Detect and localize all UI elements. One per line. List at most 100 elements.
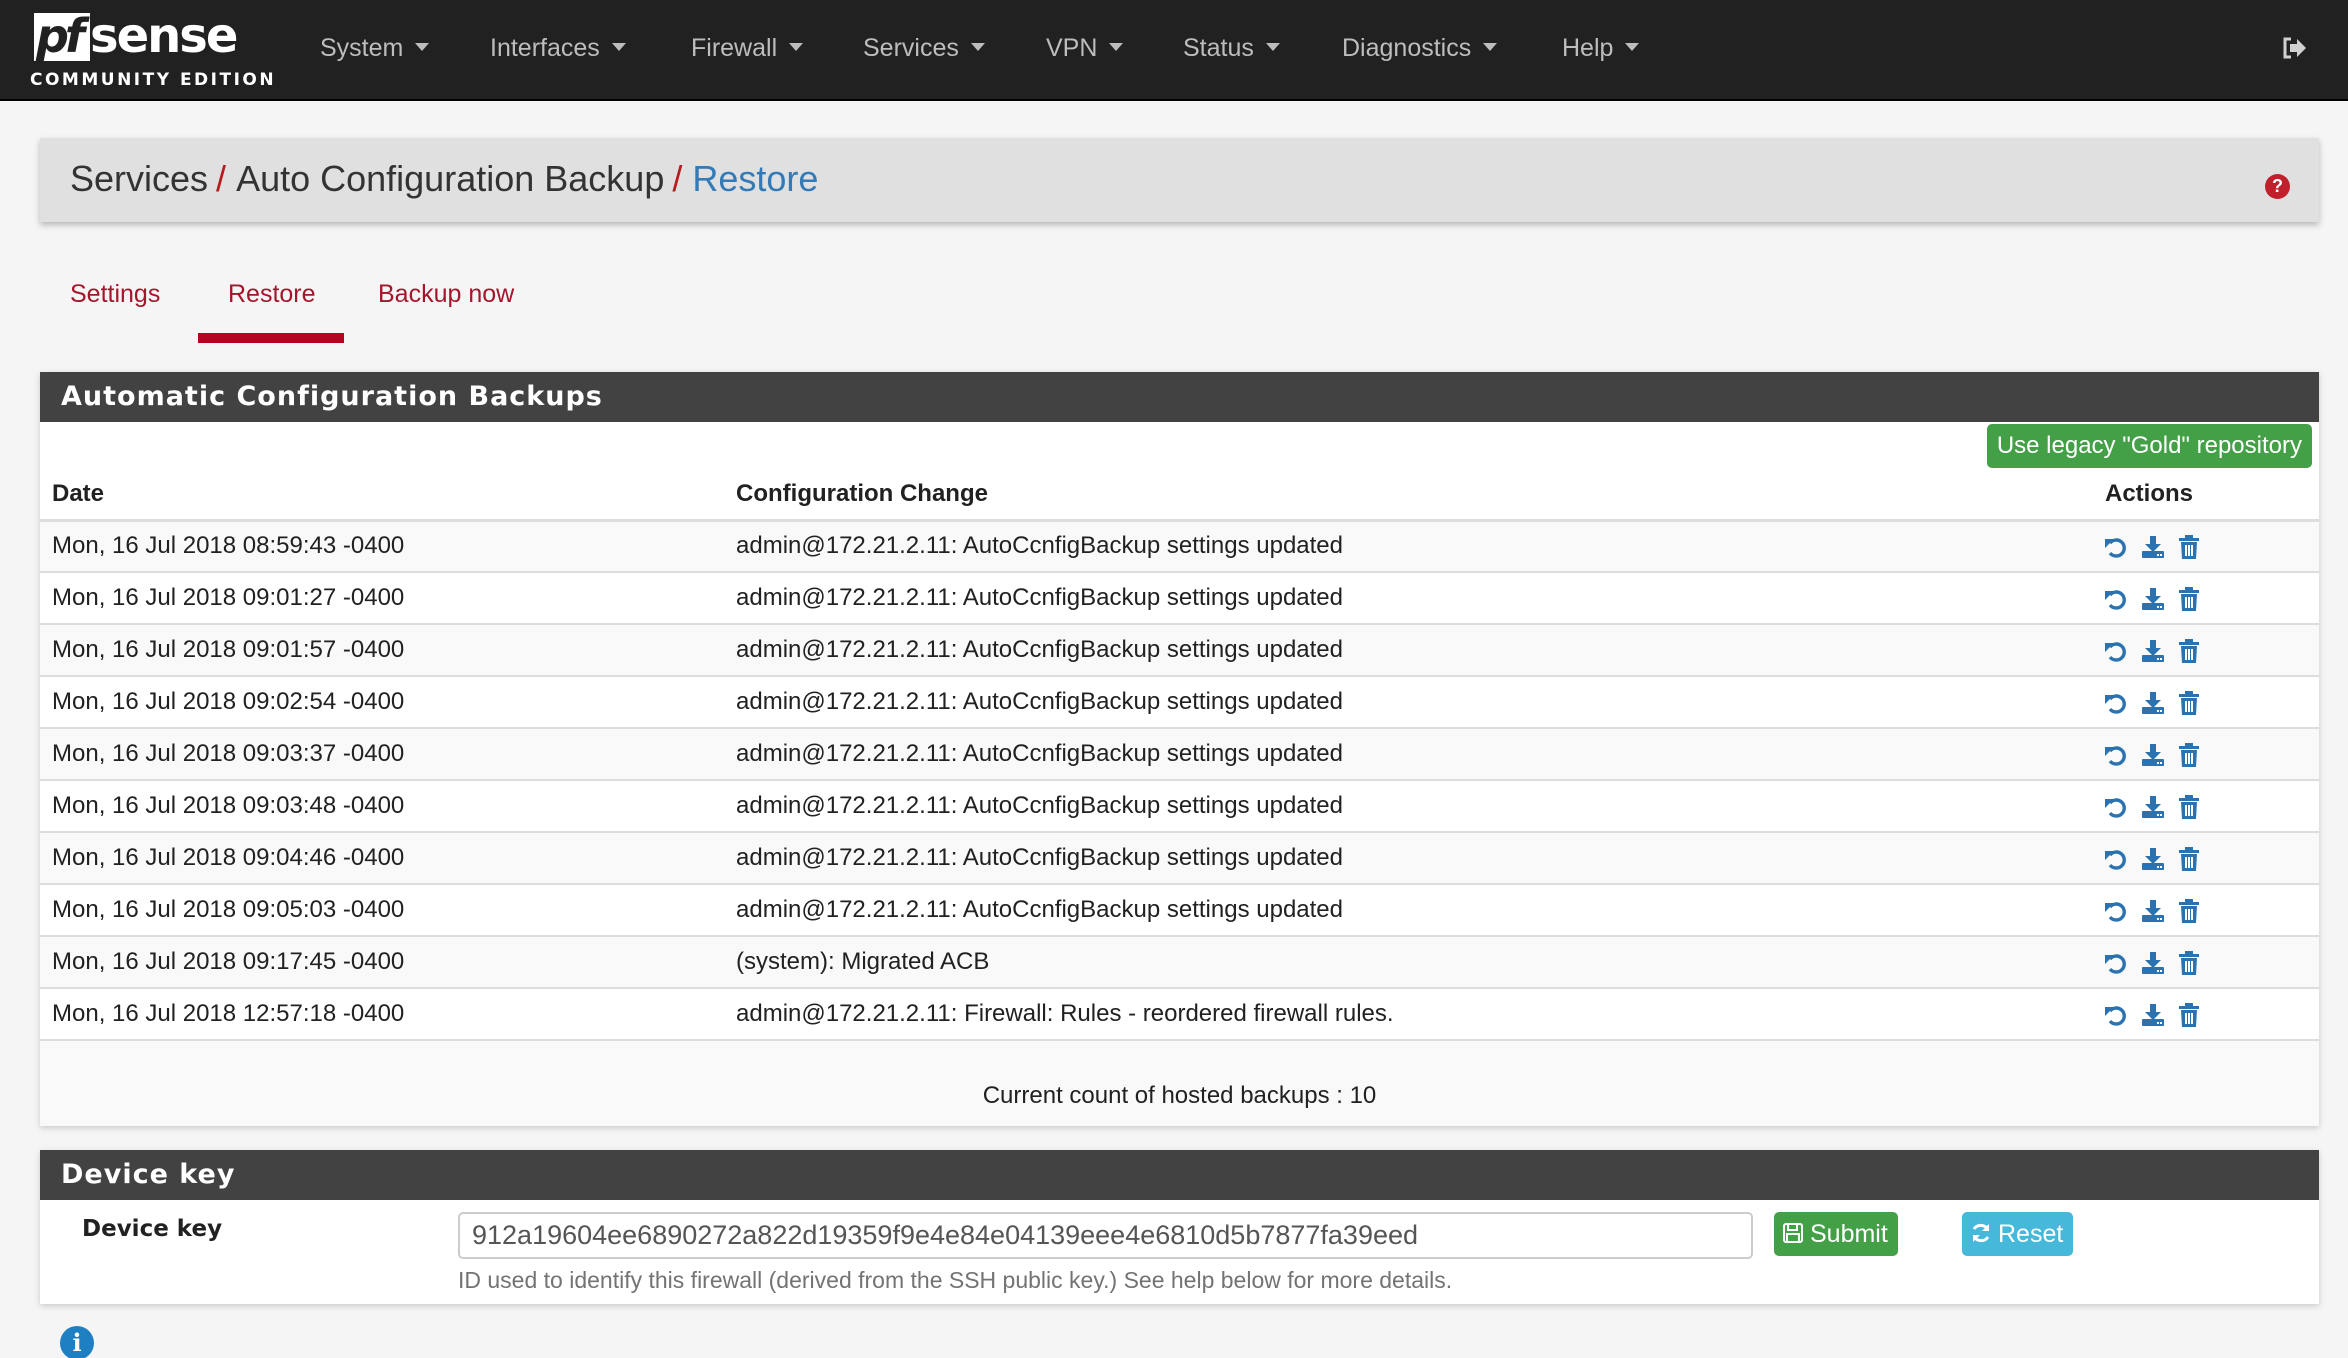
breadcrumb-restore[interactable]: Restore [692,158,818,199]
breadcrumb-bar: Services / Auto Configuration Backup / Resto… [40,138,2319,222]
trash-icon[interactable] [2176,846,2202,872]
use-legacy-gold-button[interactable]: Use legacy "Gold" repository [1986,424,2312,468]
restore-icon[interactable] [2103,690,2129,716]
download-icon[interactable] [2140,742,2166,768]
table-footer: Current count of hosted backups : 10 [40,1041,2319,1126]
download-icon[interactable] [2140,690,2166,716]
backup-change: (system): Migrated ACB [724,936,2093,989]
reset-button[interactable]: Reset [1962,1212,2074,1256]
nav-label: Interfaces [490,34,600,62]
download-icon[interactable] [2140,638,2166,664]
nav-diagnostics[interactable]: Diagnostics [1342,34,1498,63]
trash-icon[interactable] [2176,1002,2202,1028]
restore-icon[interactable] [2103,794,2129,820]
nav-label: Help [1562,34,1614,62]
column-header-actions: Actions [2093,469,2319,522]
nav-firewall[interactable]: Firewall [691,34,804,63]
download-icon[interactable] [2140,794,2166,820]
table-row: Mon, 16 Jul 2018 09:01:57 -0400 admin@17… [40,624,2319,677]
backup-date: Mon, 16 Jul 2018 12:57:18 -0400 [40,988,724,1041]
breadcrumb-auto-config-backup[interactable]: Auto Configuration Backup [236,158,664,199]
table-row: Mon, 16 Jul 2018 09:02:54 -0400 admin@17… [40,676,2319,729]
nav-status[interactable]: Status [1183,34,1280,63]
download-icon[interactable] [2140,534,2166,560]
device-key-label: Device key [82,1216,223,1242]
nav-help[interactable]: Help [1562,34,1640,63]
device-key-help-text: ID used to identify this firewall (deriv… [458,1267,1453,1293]
download-icon[interactable] [2140,586,2166,612]
tab-restore[interactable]: Restore [228,280,316,309]
restore-icon[interactable] [2103,534,2129,560]
backup-date: Mon, 16 Jul 2018 09:03:48 -0400 [40,780,724,833]
breadcrumb-services[interactable]: Services [70,158,208,199]
backup-date: Mon, 16 Jul 2018 09:17:45 -0400 [40,936,724,989]
table-row: Mon, 16 Jul 2018 09:03:48 -0400 admin@17… [40,780,2319,833]
table-row: Mon, 16 Jul 2018 09:03:37 -0400 admin@17… [40,728,2319,781]
top-navbar: pf sense COMMUNITY EDITION System Interf… [0,0,2348,101]
caret-down-icon [970,43,985,52]
column-header-date[interactable]: Date [40,469,724,522]
restore-icon[interactable] [2103,1002,2129,1028]
trash-icon[interactable] [2176,638,2202,664]
trash-icon[interactable] [2176,794,2202,820]
device-key-input[interactable] [458,1212,1753,1259]
submit-button[interactable]: Submit [1774,1212,1898,1256]
nav-label: Services [863,34,959,62]
backup-change: admin@172.21.2.11: Firewall: Rules - reo… [724,988,2093,1041]
reset-label: Reset [1998,1220,2064,1248]
table-row: Mon, 16 Jul 2018 09:05:03 -0400 admin@17… [40,884,2319,937]
row-actions [2093,728,2319,781]
row-actions [2093,780,2319,833]
breadcrumb-separator: / [216,158,227,199]
caret-down-icon [415,43,430,52]
trash-icon[interactable] [2176,534,2202,560]
backup-change: admin@172.21.2.11: AutoCcnfigBackup sett… [724,780,2093,833]
table-body: Mon, 16 Jul 2018 08:59:43 -0400 admin@17… [40,520,2319,1041]
column-header-change[interactable]: Configuration Change [724,469,2093,522]
info-circle-icon[interactable]: i [60,1326,94,1358]
caret-down-icon [1265,43,1280,52]
backup-date: Mon, 16 Jul 2018 08:59:43 -0400 [40,520,724,573]
logo-edition-text: COMMUNITY EDITION [30,70,277,90]
download-icon[interactable] [2140,1002,2166,1028]
trash-icon[interactable] [2176,898,2202,924]
backup-change: admin@172.21.2.11: AutoCcnfigBackup sett… [724,624,2093,677]
nav-label: Firewall [691,34,778,62]
table-header-row: Date Configuration Change Actions [40,469,2319,522]
caret-down-icon [611,43,626,52]
logo-pf-text: pf [36,9,85,63]
sign-out-icon[interactable] [2282,36,2308,60]
nav-label: Diagnostics [1342,34,1472,62]
nav-vpn[interactable]: VPN [1046,34,1124,63]
download-icon[interactable] [2140,898,2166,924]
restore-icon[interactable] [2103,586,2129,612]
trash-icon[interactable] [2176,950,2202,976]
restore-icon[interactable] [2103,898,2129,924]
backup-change: admin@172.21.2.11: AutoCcnfigBackup sett… [724,884,2093,937]
table-row: Mon, 16 Jul 2018 08:59:43 -0400 admin@17… [40,520,2319,573]
trash-icon[interactable] [2176,586,2202,612]
row-actions [2093,832,2319,885]
question-circle-icon[interactable]: ? [2265,174,2290,199]
tab-backup-now[interactable]: Backup now [378,280,514,309]
restore-icon[interactable] [2103,638,2129,664]
download-icon[interactable] [2140,950,2166,976]
restore-icon[interactable] [2103,950,2129,976]
row-actions [2093,936,2319,989]
backup-date: Mon, 16 Jul 2018 09:01:57 -0400 [40,624,724,677]
breadcrumb-separator: / [672,158,683,199]
download-icon[interactable] [2140,846,2166,872]
tab-settings[interactable]: Settings [70,280,160,309]
restore-icon[interactable] [2103,846,2129,872]
row-actions [2093,884,2319,937]
trash-icon[interactable] [2176,742,2202,768]
panel-title: Device key [40,1150,2319,1200]
restore-icon[interactable] [2103,742,2129,768]
nav-interfaces[interactable]: Interfaces [490,34,626,63]
logo-sense-text: sense [90,8,238,64]
nav-services[interactable]: Services [863,34,985,63]
trash-icon[interactable] [2176,690,2202,716]
pfsense-logo[interactable]: pf sense COMMUNITY EDITION [30,8,274,92]
backup-change: admin@172.21.2.11: AutoCcnfigBackup sett… [724,728,2093,781]
nav-system[interactable]: System [320,34,430,63]
